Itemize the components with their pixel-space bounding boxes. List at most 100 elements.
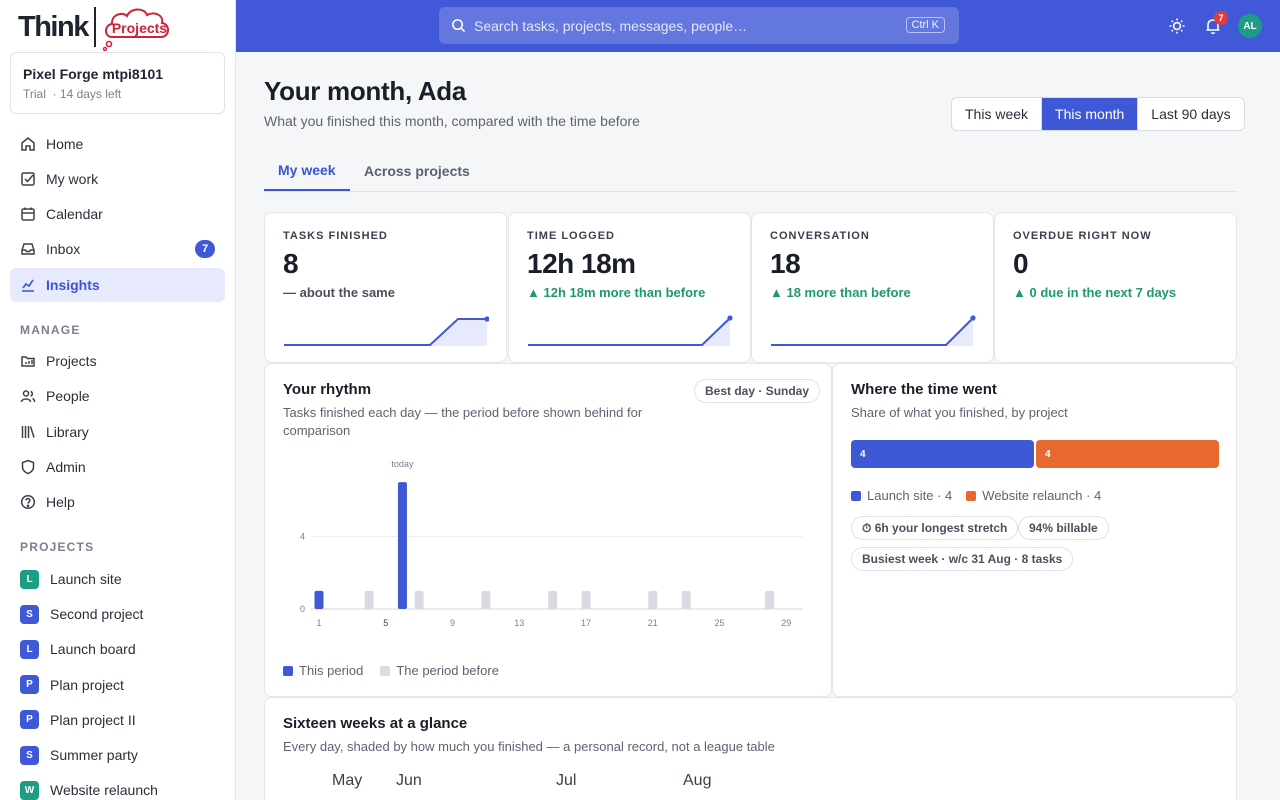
brand-logo[interactable]: Think Projects — [18, 4, 172, 51]
sidebar-item-people[interactable]: People — [10, 379, 225, 413]
stat-delta: ▲ 0 due in the next 7 days — [1013, 285, 1177, 300]
stat-delta: ▲ 18 more than before — [770, 285, 911, 300]
sidebar-item-my-work[interactable]: My work — [10, 162, 225, 196]
checkbox-icon — [20, 171, 36, 187]
people-icon — [20, 388, 36, 404]
stat-value: 0 — [1013, 248, 1029, 279]
time-went-title: Where the time went — [851, 381, 997, 398]
stat-value: 18 — [770, 248, 801, 279]
sidebar-item-label: Inbox — [46, 241, 81, 257]
bar-before — [648, 590, 658, 609]
stat-label: TASKS FINISHED — [283, 230, 388, 242]
sidebar-item-help[interactable]: Help — [10, 485, 225, 519]
home-icon — [20, 136, 36, 152]
top-bar: Ctrl K 7 AL — [236, 0, 1280, 52]
range-selector: This week This month Last 90 days — [951, 97, 1245, 131]
project-name: Plan project II — [50, 711, 136, 728]
y-tick-label: 0 — [300, 604, 305, 614]
range-option[interactable]: This month — [1042, 98, 1139, 130]
sidebar: Think Projects Pixel Forge mtpi8101 Tria… — [0, 0, 236, 800]
inbox-icon — [20, 241, 36, 257]
library-icon — [20, 424, 36, 440]
manage-section-label: MANAGE — [20, 323, 81, 337]
bar-this-period — [314, 590, 324, 609]
help-icon — [20, 494, 36, 510]
sidebar-item-inbox[interactable]: Inbox 7 — [10, 232, 225, 266]
org-plan: Trial · 14 days left — [23, 87, 212, 101]
range-option[interactable]: Last 90 days — [1138, 98, 1243, 130]
sidebar-item-label: Help — [46, 494, 75, 510]
bar-before — [765, 590, 775, 609]
rhythm-card: Your rhythm Tasks finished each day — th… — [264, 363, 832, 697]
sidebar-item-library[interactable]: Library — [10, 415, 225, 449]
best-day-chip: Best day · Sunday — [694, 379, 821, 403]
sidebar-item-insights[interactable]: Insights — [10, 268, 225, 302]
sidebar-project-item[interactable]: L Launch board — [10, 632, 225, 666]
sidebar-item-label: Insights — [46, 277, 100, 293]
sidebar-item-home[interactable]: Home — [10, 127, 225, 161]
org-switcher[interactable]: Pixel Forge mtpi8101 Trial · 14 days lef… — [10, 52, 225, 114]
legend-swatch-before — [380, 665, 391, 676]
insights-chart-icon — [20, 277, 36, 293]
sidebar-project-item[interactable]: L Launch site — [10, 562, 225, 596]
project-name: Second project — [50, 606, 144, 623]
project-name: Plan project — [50, 676, 124, 693]
month-label-may: May — [332, 772, 363, 789]
stat-label: OVERDUE RIGHT NOW — [1013, 230, 1152, 242]
search-shortcut: Ctrl K — [905, 17, 945, 33]
legend-swatch-launch-site — [851, 490, 861, 501]
search-input[interactable] — [474, 17, 874, 34]
sidebar-project-item[interactable]: W Website relaunch — [10, 773, 225, 800]
rhythm-subtitle: Tasks finished each day — the period bef… — [283, 405, 643, 438]
sidebar-item-label: Home — [46, 136, 84, 152]
sidebar-item-label: Calendar — [46, 206, 103, 222]
longest-stretch-chip: ⏱ 6h your longest stretch — [851, 516, 1019, 540]
x-tick-label: 17 — [581, 618, 591, 628]
stat-card-overdue: OVERDUE RIGHT NOW 0 ▲ 0 due in the next … — [994, 212, 1237, 363]
month-label-jul: Jul — [556, 772, 577, 789]
sidebar-item-label: Admin — [46, 459, 86, 475]
tab-my-week[interactable]: My week — [264, 150, 350, 191]
project-share-bar: 44 — [851, 440, 1219, 468]
folder-icon — [20, 353, 36, 369]
billable-chip: 94% billable — [1018, 516, 1109, 540]
stat-delta: ▲ 12h 18m more than before — [527, 285, 706, 300]
legend-website-relaunch: Website relaunch · 4 — [982, 488, 1102, 503]
sidebar-item-admin[interactable]: Admin — [10, 450, 225, 484]
time-went-legend: Launch site · 4 Website relaunch · 4 — [851, 488, 1101, 503]
legend-swatch-this — [283, 665, 293, 676]
shield-icon — [20, 459, 36, 475]
sidebar-item-calendar[interactable]: Calendar — [10, 197, 225, 231]
project-initial-badge: W — [20, 780, 39, 800]
stat-label: TIME LOGGED — [527, 230, 615, 242]
bar-before — [548, 590, 558, 609]
bar-before — [364, 590, 374, 609]
month-label-aug: Aug — [683, 772, 712, 789]
global-search[interactable]: Ctrl K — [439, 7, 959, 44]
sidebar-project-item[interactable]: P Plan project II — [10, 703, 225, 737]
y-tick-label: 4 — [300, 532, 305, 542]
sixteen-weeks-title: Sixteen weeks at a glance — [283, 715, 468, 732]
sidebar-project-item[interactable]: S Second project — [10, 597, 225, 631]
sidebar-project-item[interactable]: P Plan project — [10, 668, 225, 702]
sidebar-project-item[interactable]: S Summer party — [10, 738, 225, 772]
tab-across-projects[interactable]: Across projects — [350, 150, 484, 191]
theme-toggle-sun-icon[interactable] — [1166, 15, 1188, 37]
user-avatar[interactable]: AL — [1238, 14, 1262, 38]
sparkline-tasks — [284, 316, 489, 346]
range-option[interactable]: This week — [952, 98, 1043, 130]
brand-cloud-icon: Projects — [102, 5, 172, 51]
page-subtitle: What you finished this month, compared w… — [264, 113, 640, 129]
legend-period-before: The period before — [396, 663, 499, 678]
project-initial-badge: P — [20, 710, 39, 730]
stat-card-time: TIME LOGGED 12h 18m ▲ 12h 18m more than … — [508, 212, 751, 363]
brand-projects: Projects — [111, 20, 168, 36]
sparkline-time — [528, 315, 733, 346]
project-name: Launch site — [50, 571, 122, 587]
project-name: Summer party — [50, 747, 138, 763]
projects-section-label: PROJECTS — [20, 540, 95, 554]
notifications-bell-icon[interactable]: 7 — [1202, 11, 1228, 37]
stat-label: CONVERSATION — [770, 230, 870, 242]
notification-count-badge: 7 — [1214, 11, 1228, 25]
sidebar-item-projects[interactable]: Projects — [10, 344, 225, 378]
